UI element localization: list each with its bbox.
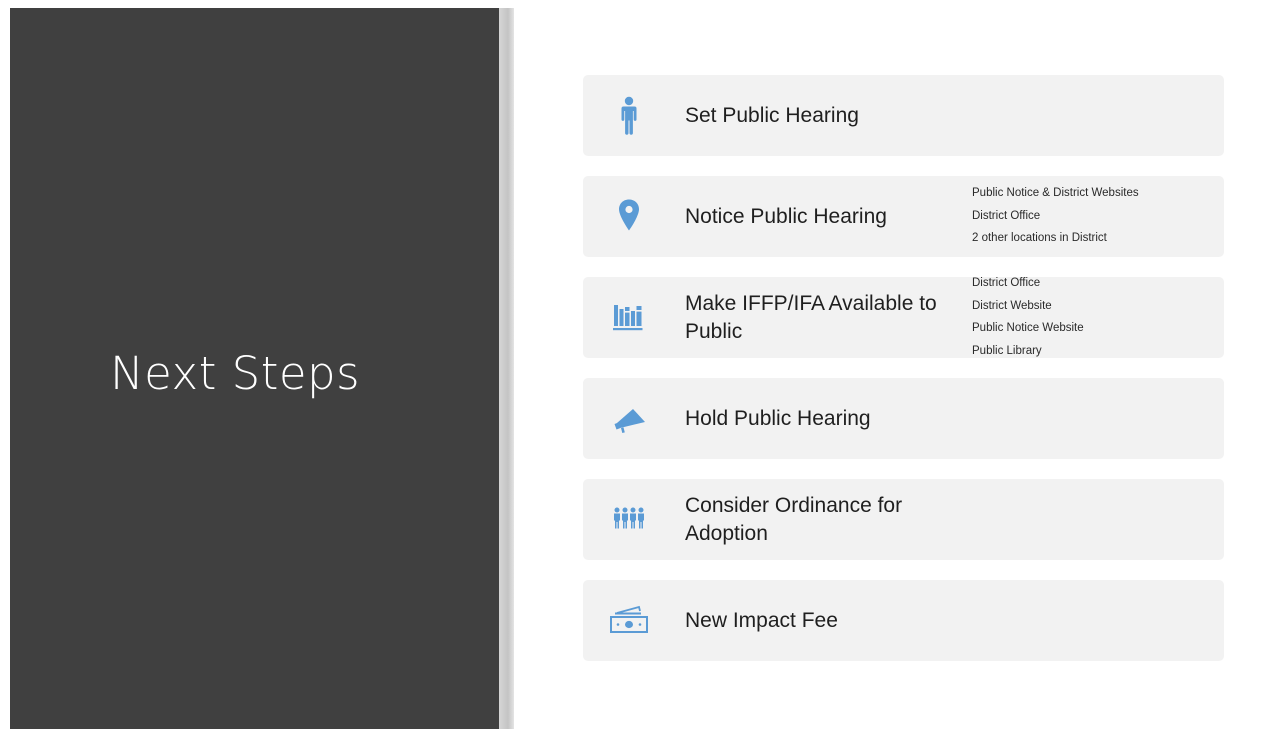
note-item: Public Notice & District Websites <box>972 187 1139 199</box>
note-item: District Office <box>972 277 1041 289</box>
step-card-make-available: Make IFFP/IFA Available to Public Distri… <box>583 277 1224 358</box>
group-people-icon <box>609 499 649 539</box>
step-label: New Impact Fee <box>685 608 838 632</box>
map-pin-icon <box>609 196 649 236</box>
step-label: Set Public Hearing <box>685 103 859 127</box>
step-card-consider-ordinance: Consider Ordinance for Adoption <box>583 479 1224 560</box>
step-notes: District Office District Website Public … <box>972 272 1220 362</box>
note-item: District Office <box>972 209 1041 222</box>
step-card-new-impact-fee: New Impact Fee <box>583 580 1224 661</box>
note-item: District Website <box>972 299 1052 312</box>
money-icon <box>609 600 649 640</box>
slide: Next Steps Set Public Hearing Notice Pub… <box>0 0 1282 729</box>
steps-list: Set Public Hearing Notice Public Hearing… <box>583 75 1224 681</box>
note-item: 2 other locations in District <box>972 232 1107 244</box>
step-label: Make IFFP/IFA Available to Public <box>685 291 937 343</box>
note-item: Public Library <box>972 344 1042 357</box>
step-card-hold-public-hearing: Hold Public Hearing <box>583 378 1224 459</box>
library-books-icon <box>609 297 649 337</box>
panel-divider <box>499 8 514 729</box>
step-card-notice-public-hearing: Notice Public Hearing Public Notice & Di… <box>583 176 1224 257</box>
megaphone-icon <box>609 398 649 438</box>
step-card-set-public-hearing: Set Public Hearing <box>583 75 1224 156</box>
step-label: Hold Public Hearing <box>685 406 871 430</box>
note-item: Public Notice Website <box>972 322 1084 334</box>
slide-title: Next Steps <box>110 347 361 400</box>
step-label: Consider Ordinance for Adoption <box>685 493 903 545</box>
step-notes: Public Notice & District Websites Distri… <box>972 182 1220 250</box>
step-label: Notice Public Hearing <box>685 204 887 228</box>
person-icon <box>609 95 649 135</box>
